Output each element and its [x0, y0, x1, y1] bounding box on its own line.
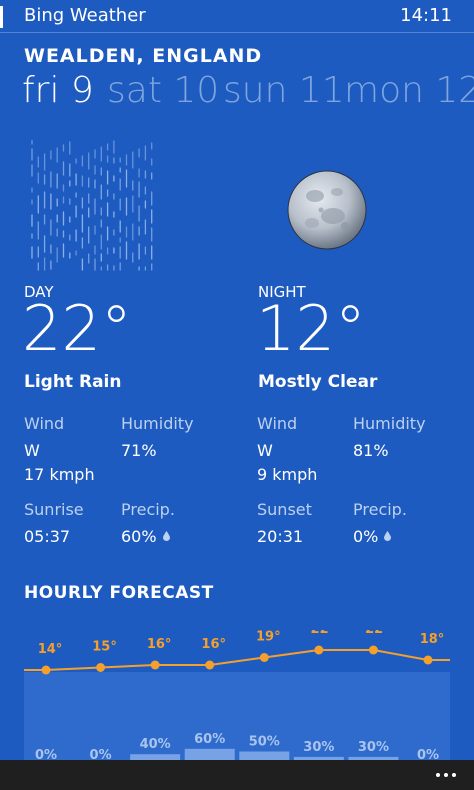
- location-title: WEALDEN, ENGLAND: [24, 45, 263, 67]
- day-tab-fri[interactable]: fri 9: [22, 70, 94, 111]
- day-precip-row: 60%: [121, 527, 170, 546]
- hourly-temp-label: 15°: [92, 640, 117, 655]
- hourly-precip-label: 30%: [303, 740, 334, 755]
- rain-icon: [31, 140, 153, 271]
- temperature-line: [24, 649, 450, 671]
- hourly-precip-label: 60%: [194, 732, 225, 747]
- night-wind-direction: W: [257, 441, 273, 460]
- day-precip-label: Precip.: [121, 500, 175, 519]
- night-humidity-value: 81%: [353, 441, 389, 460]
- night-humidity-label: Humidity: [353, 414, 426, 433]
- day-wind-label: Wind: [24, 414, 65, 433]
- day-precip-value: 60%: [121, 527, 157, 546]
- night-condition: Mostly Clear: [258, 372, 378, 392]
- day-wind-direction: W: [24, 441, 40, 460]
- hourly-temp-label: 19°: [256, 630, 281, 645]
- night-wind-label: Wind: [257, 414, 298, 433]
- night-precip-value: 0%: [353, 527, 379, 546]
- sunrise-time: 05:37: [24, 527, 71, 546]
- day-humidity-value: 71%: [121, 441, 157, 460]
- temperature-point: [423, 655, 433, 665]
- day-wind-speed: 17 kmph: [24, 465, 95, 484]
- sunrise-label: Sunrise: [24, 500, 84, 519]
- hourly-temp-label: 22°: [365, 630, 390, 637]
- night-wind-speed: 9 kmph: [257, 465, 318, 484]
- status-indicator: [0, 6, 3, 28]
- more-icon[interactable]: [436, 760, 456, 790]
- hourly-temp-label: 18°: [420, 632, 445, 647]
- temperature-point: [368, 645, 378, 655]
- app-title: Bing Weather: [24, 5, 146, 26]
- day-tab-sun[interactable]: sun 11: [223, 70, 345, 111]
- day-condition: Light Rain: [24, 372, 122, 392]
- hourly-precip-label: 30%: [358, 740, 389, 755]
- hourly-forecast-header: HOURLY FORECAST: [24, 583, 214, 603]
- app-bar: [0, 760, 474, 790]
- status-time: 14:11: [400, 5, 452, 26]
- status-divider: [0, 32, 474, 33]
- hourly-precip-label: 50%: [249, 735, 280, 750]
- hourly-temp-label: 14°: [38, 642, 63, 657]
- night-temperature: 12°: [256, 292, 366, 365]
- temperature-point: [96, 663, 106, 672]
- moon-icon: [287, 170, 367, 250]
- hourly-forecast-chart[interactable]: 14°0%15°0%16°40%16°60%19°50%22°30%22°30%…: [24, 630, 450, 765]
- hourly-temp-label: 22°: [311, 630, 336, 637]
- droplet-icon: [384, 531, 392, 541]
- day-humidity-label: Humidity: [121, 414, 194, 433]
- temperature-point: [314, 645, 324, 655]
- night-precip-row: 0%: [353, 527, 392, 546]
- temperature-point: [205, 660, 215, 670]
- temperature-point: [150, 660, 160, 670]
- day-tab-mon[interactable]: mon 12: [344, 70, 474, 111]
- day-tab-sat[interactable]: sat 10: [107, 70, 219, 111]
- sunset-time: 20:31: [257, 527, 304, 546]
- temperature-point: [259, 653, 269, 662]
- droplet-icon: [162, 531, 170, 541]
- temperature-point: [41, 665, 51, 675]
- night-precip-label: Precip.: [353, 500, 407, 519]
- day-temperature: 22°: [22, 292, 132, 365]
- hourly-temp-label: 16°: [201, 637, 226, 652]
- hourly-precip-label: 40%: [140, 737, 171, 752]
- sunset-label: Sunset: [257, 500, 312, 519]
- hourly-temp-label: 16°: [147, 637, 172, 652]
